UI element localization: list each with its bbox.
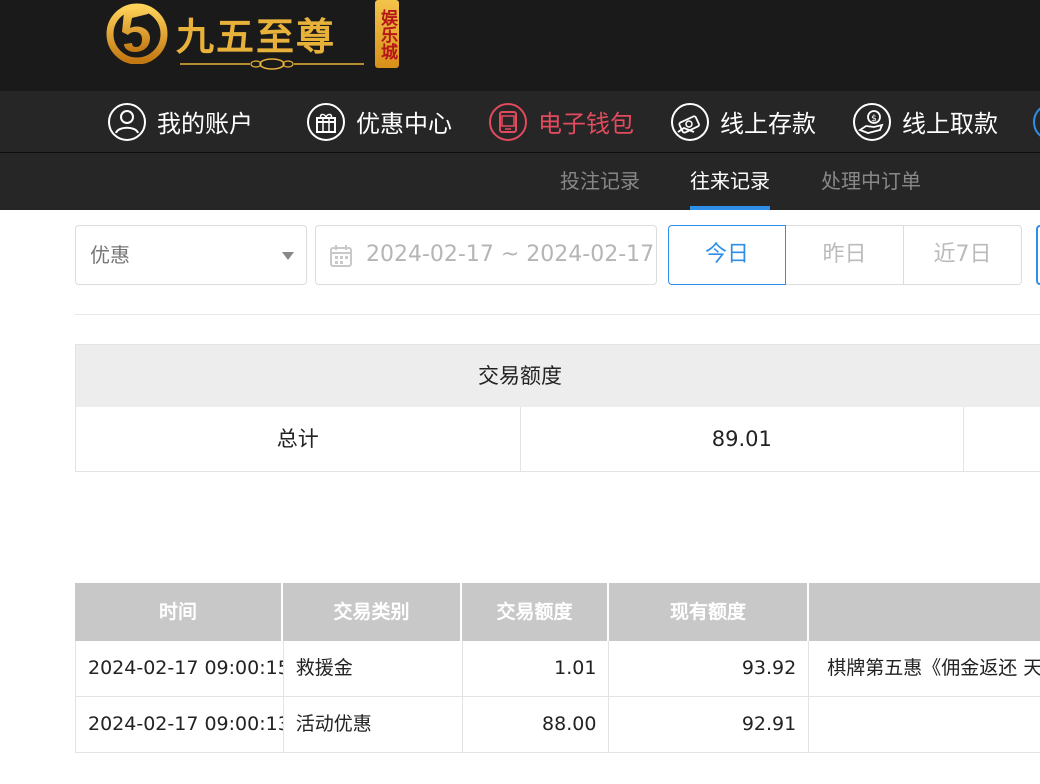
partial-nav-icon (1033, 106, 1040, 137)
nav-wallet-label: 电子钱包 (538, 110, 634, 138)
nav-withdraw-label: 线上取款 (902, 110, 998, 138)
summary-table: 交易额度 总计 89.01 (75, 344, 1040, 472)
col-balance[interactable]: 现有额度 (609, 583, 809, 641)
tab-pending-orders[interactable]: 处理中订单 (821, 153, 921, 210)
user-icon (108, 102, 146, 141)
table-row[interactable]: 2024-02-17 09:00:13 活动优惠 88.00 92.91 (75, 697, 1040, 753)
summary-row: 总计 89.01 (76, 407, 1040, 471)
deposit-icon (671, 102, 709, 141)
top-header: 九五至尊 娱乐城 (0, 0, 1040, 91)
cell-time: 2024-02-17 09:00:13 (76, 697, 284, 752)
brand-badge: 娱乐城 (375, 0, 399, 68)
nav-promotions[interactable]: 优惠中心 (306, 91, 452, 152)
cell-amount: 88.00 (463, 697, 610, 752)
transactions-table: 时间 交易类别 交易额度 现有额度 2024-02-17 09:00:15 救援… (75, 583, 1040, 753)
wallet-icon (489, 102, 527, 141)
tab-transaction-records[interactable]: 往来记录 (690, 153, 770, 210)
cell-balance: 92.91 (609, 697, 810, 752)
brand-logo[interactable]: 九五至尊 娱乐城 (104, 0, 404, 78)
nav-deposit[interactable]: 线上存款 (670, 91, 816, 152)
date-range-input[interactable]: 2024-02-17 ~ 2024-02-17 (315, 225, 657, 285)
calendar-icon (330, 245, 352, 267)
cell-category: 活动优惠 (284, 697, 463, 752)
summary-total-amount: 89.01 (521, 407, 965, 471)
sub-nav: 投注记录 往来记录 处理中订单 (0, 153, 1040, 210)
col-amount[interactable]: 交易额度 (462, 583, 609, 641)
cell-category: 救援金 (284, 641, 463, 696)
col-remark[interactable] (809, 583, 1040, 641)
brand-name: 九五至尊 (176, 14, 337, 59)
cell-remark (809, 697, 1040, 752)
withdraw-icon: $ (853, 102, 891, 141)
search-button[interactable] (1036, 225, 1040, 285)
cell-time: 2024-02-17 09:00:15 (76, 641, 284, 696)
type-select[interactable]: 优惠 (75, 225, 307, 285)
quick-date-buttons: 今日 昨日 近7日 (668, 225, 1022, 285)
table-row[interactable]: 2024-02-17 09:00:15 救援金 1.01 93.92 棋牌第五惠… (75, 641, 1040, 697)
summary-total-label: 总计 (76, 407, 521, 471)
nav-more[interactable] (1032, 91, 1040, 152)
dropdown-arrow-icon (282, 252, 294, 260)
nav-withdraw[interactable]: $ 线上取款 (852, 91, 998, 152)
summary-header-amount: 交易额度 (478, 364, 562, 388)
col-category[interactable]: 交易类别 (283, 583, 462, 641)
nav-my-account[interactable]: 我的账户 (107, 91, 253, 152)
date-range-value: 2024-02-17 ~ 2024-02-17 (366, 242, 655, 267)
cell-balance: 93.92 (609, 641, 810, 696)
last-7-days-button[interactable]: 近7日 (904, 225, 1022, 285)
nav-deposit-label: 线上存款 (720, 110, 816, 138)
nav-my-account-label: 我的账户 (157, 110, 253, 138)
tab-bet-records[interactable]: 投注记录 (560, 153, 640, 210)
svg-text:$: $ (871, 114, 877, 124)
logo-emblem-icon (106, 3, 168, 64)
gift-icon (307, 102, 345, 141)
today-button[interactable]: 今日 (668, 225, 786, 285)
cell-amount: 1.01 (463, 641, 610, 696)
nav-promotions-label: 优惠中心 (356, 110, 452, 138)
cell-remark: 棋牌第五惠《佣金返还 天 (809, 641, 1040, 696)
nav-wallet[interactable]: 电子钱包 (488, 91, 634, 152)
divider (75, 314, 1040, 315)
yesterday-button[interactable]: 昨日 (786, 225, 904, 285)
logo-ornament-icon (180, 58, 364, 70)
table-header-row: 时间 交易类别 交易额度 现有额度 (75, 583, 1040, 641)
summary-extra-cell (964, 407, 1040, 471)
main-nav: 我的账户 优惠中心 电子钱包 线上存款 $ 线上取款 (0, 91, 1040, 153)
type-select-value: 优惠 (90, 243, 130, 267)
col-time[interactable]: 时间 (75, 583, 283, 641)
summary-header-row: 交易额度 (76, 345, 1040, 407)
